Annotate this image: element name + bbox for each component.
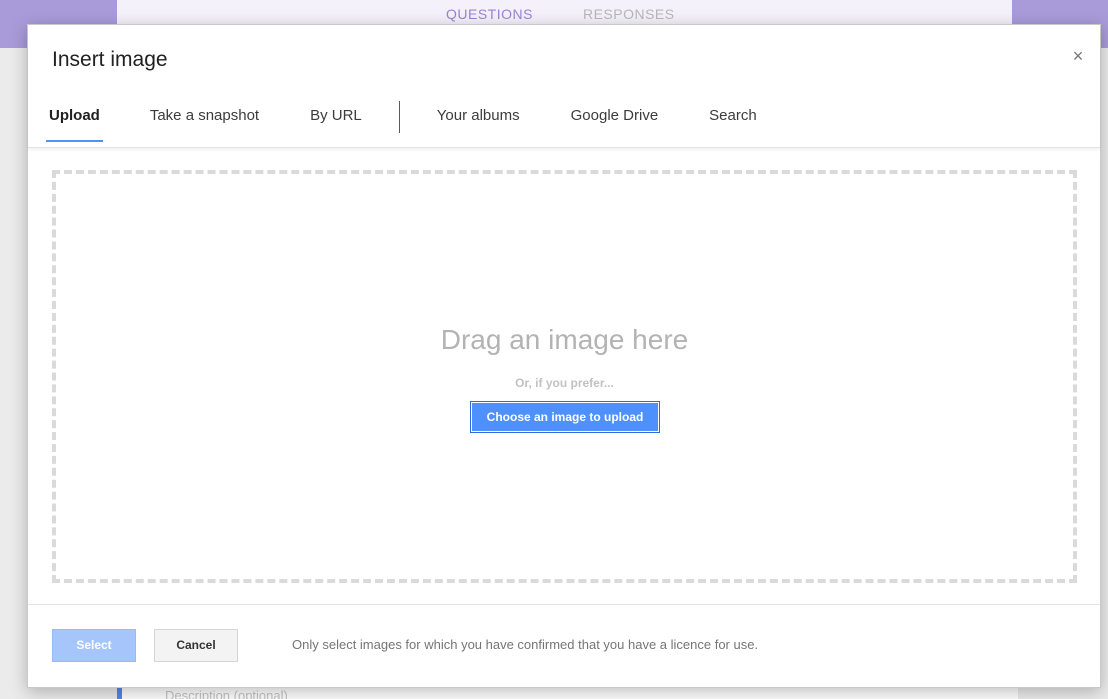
dialog-header: Insert image × Upload Take a snapshot By… bbox=[28, 25, 1100, 148]
dialog-footer: Select Cancel Only select images for whi… bbox=[28, 604, 1100, 687]
background-tab-questions: QUESTIONS bbox=[446, 6, 533, 22]
tab-divider bbox=[398, 101, 400, 133]
dialog-tabs: Upload Take a snapshot By URL Your album… bbox=[46, 95, 757, 147]
image-dropzone[interactable]: Drag an image here Or, if you prefer... … bbox=[52, 170, 1077, 583]
dropzone-subtitle: Or, if you prefer... bbox=[515, 376, 614, 390]
cancel-button[interactable]: Cancel bbox=[154, 629, 238, 662]
licence-note: Only select images for which you have co… bbox=[292, 637, 759, 652]
tab-by-url[interactable]: By URL bbox=[310, 95, 362, 142]
tab-take-a-snapshot[interactable]: Take a snapshot bbox=[150, 95, 259, 142]
select-button[interactable]: Select bbox=[52, 629, 136, 662]
insert-image-dialog: Insert image × Upload Take a snapshot By… bbox=[27, 24, 1101, 688]
background-description-field: Description (optional) bbox=[165, 688, 288, 699]
close-icon[interactable]: × bbox=[1068, 46, 1088, 66]
dialog-title: Insert image bbox=[52, 48, 168, 71]
choose-image-button[interactable]: Choose an image to upload bbox=[470, 401, 660, 433]
background-tab-responses: RESPONSES bbox=[582, 6, 675, 22]
background-tabs: QUESTIONS RESPONSES bbox=[446, 6, 675, 22]
tab-your-albums[interactable]: Your albums bbox=[437, 95, 520, 142]
tab-search[interactable]: Search bbox=[709, 95, 757, 142]
tab-google-drive[interactable]: Google Drive bbox=[571, 95, 659, 142]
tab-upload[interactable]: Upload bbox=[46, 95, 103, 142]
dropzone-title: Drag an image here bbox=[440, 324, 689, 355]
